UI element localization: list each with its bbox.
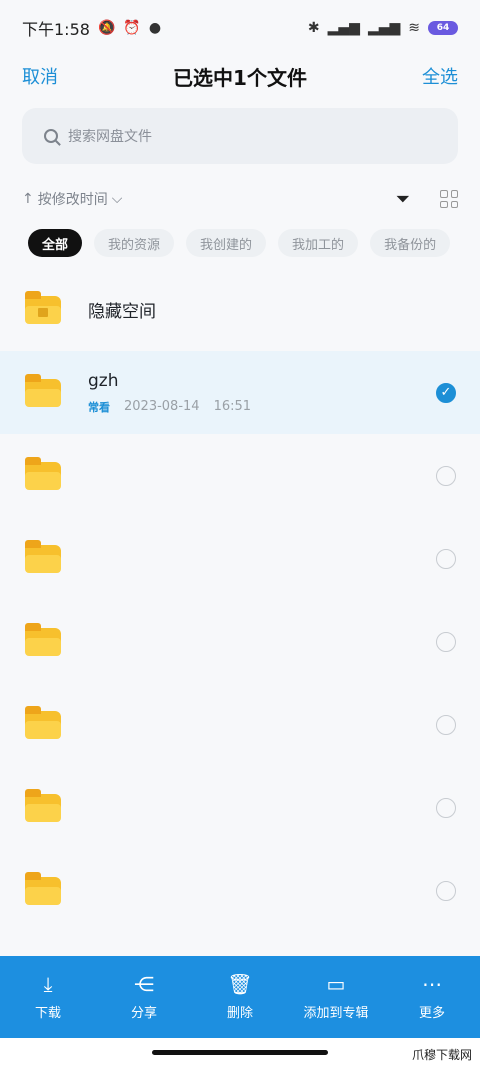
- sort-row: ↑ 按修改时间 ⌵ ⏷: [22, 184, 458, 214]
- checkbox[interactable]: [436, 797, 456, 818]
- file-name: gzh: [88, 370, 119, 391]
- search-placeholder: 搜索网盘文件: [68, 129, 152, 145]
- file-date: 2023-08-14: [124, 399, 200, 414]
- chip-all[interactable]: 全部: [28, 229, 83, 257]
- list-item[interactable]: [0, 849, 480, 932]
- select-all-button[interactable]: 全选: [422, 63, 458, 89]
- download-button[interactable]: ⤓ 下载: [13, 974, 83, 1021]
- bluetooth-icon: ✱: [307, 20, 320, 36]
- home-indicator[interactable]: [152, 1050, 328, 1055]
- arrow-up-icon: ↑: [22, 191, 34, 207]
- chip-created-by-me[interactable]: 我创建的: [186, 229, 267, 257]
- folder-icon: [25, 788, 61, 822]
- delete-button[interactable]: 🗑 删除: [205, 974, 275, 1021]
- page-title: 已选中1个文件: [173, 65, 307, 90]
- folder-icon: [25, 456, 61, 490]
- list-item[interactable]: gzh 常看 2023-08-14 16:51 ✓: [0, 351, 480, 434]
- status-time: 下午1:58: [22, 20, 90, 39]
- trash-icon: 🗑: [227, 971, 253, 996]
- download-label: 下载: [34, 1005, 61, 1021]
- add-to-album-button[interactable]: ▭ 添加到专辑: [301, 974, 371, 1021]
- app-notification-icon: ●: [148, 20, 162, 36]
- add-to-album-label: 添加到专辑: [303, 1005, 369, 1021]
- selection-header: 取消 已选中1个文件 全选: [0, 56, 480, 96]
- more-label: 更多: [418, 1005, 445, 1021]
- watermark: 爪穆下载网: [411, 1048, 472, 1062]
- bottom-action-toolbar: ⤓ 下载 ⋲ 分享 🗑 删除 ▭ 添加到专辑 ⋯ 更多: [0, 956, 480, 1038]
- grid-view-icon[interactable]: [440, 190, 458, 208]
- search-input[interactable]: 搜索网盘文件: [22, 108, 458, 164]
- more-button[interactable]: ⋯ 更多: [397, 974, 467, 1021]
- chip-backed-up-by-me[interactable]: 我备份的: [370, 229, 451, 257]
- checkbox[interactable]: [436, 880, 456, 901]
- alarm-icon: ⏰: [123, 20, 141, 36]
- list-item[interactable]: 隐藏空间: [0, 268, 480, 351]
- wifi-icon: ≋: [408, 20, 420, 36]
- folder-icon: [25, 622, 61, 656]
- file-name: 隐藏空间: [88, 302, 156, 322]
- share-button[interactable]: ⋲ 分享: [109, 974, 179, 1021]
- signal-icon-2: ▂▄▆: [367, 20, 401, 36]
- share-label: 分享: [130, 1005, 157, 1021]
- cancel-button[interactable]: 取消: [22, 63, 58, 89]
- status-bar: 下午1:58 🔕 ⏰ ● ✱ ▂▄▆ ▂▄▆ ≋ 64: [0, 0, 480, 56]
- filter-icon[interactable]: ⏷: [396, 189, 410, 210]
- list-item[interactable]: [0, 600, 480, 683]
- hidden-folder-icon: [25, 290, 61, 324]
- folder-icon: [25, 871, 61, 905]
- mute-icon: 🔕: [97, 20, 116, 36]
- sort-label: 按修改时间: [37, 192, 108, 208]
- category-chips: 全部 我的资源 我创建的 我加工的 我备份的: [28, 229, 451, 257]
- file-list: 隐藏空间 gzh 常看 2023-08-14 16:51 ✓: [0, 268, 480, 932]
- list-item[interactable]: [0, 683, 480, 766]
- folder-icon: [25, 373, 61, 407]
- sort-button[interactable]: ↑ 按修改时间 ⌵: [22, 189, 122, 209]
- list-item[interactable]: [0, 766, 480, 849]
- download-icon: ⤓: [43, 971, 53, 996]
- list-item[interactable]: [0, 434, 480, 517]
- more-dots-icon: ⋯: [422, 971, 442, 996]
- battery-icon: 64: [428, 21, 458, 35]
- delete-label: 删除: [226, 1005, 253, 1021]
- chevron-down-icon: ⌵: [111, 191, 123, 207]
- file-time: 16:51: [213, 399, 252, 414]
- share-icon: ⋲: [134, 971, 154, 996]
- list-item[interactable]: [0, 517, 480, 600]
- album-icon: ▭: [326, 971, 346, 996]
- search-icon: [44, 129, 58, 143]
- signal-icon: ▂▄▆: [327, 20, 360, 36]
- chip-my-resources[interactable]: 我的资源: [94, 229, 175, 257]
- checkbox[interactable]: [436, 714, 456, 735]
- frequent-tag: 常看: [88, 400, 110, 414]
- checkbox-checked[interactable]: ✓: [436, 382, 456, 403]
- checkbox[interactable]: [436, 548, 456, 569]
- folder-icon: [25, 539, 61, 573]
- folder-icon: [25, 705, 61, 739]
- checkbox[interactable]: [436, 631, 456, 652]
- checkbox[interactable]: [436, 465, 456, 486]
- chip-processed-by-me[interactable]: 我加工的: [278, 229, 359, 257]
